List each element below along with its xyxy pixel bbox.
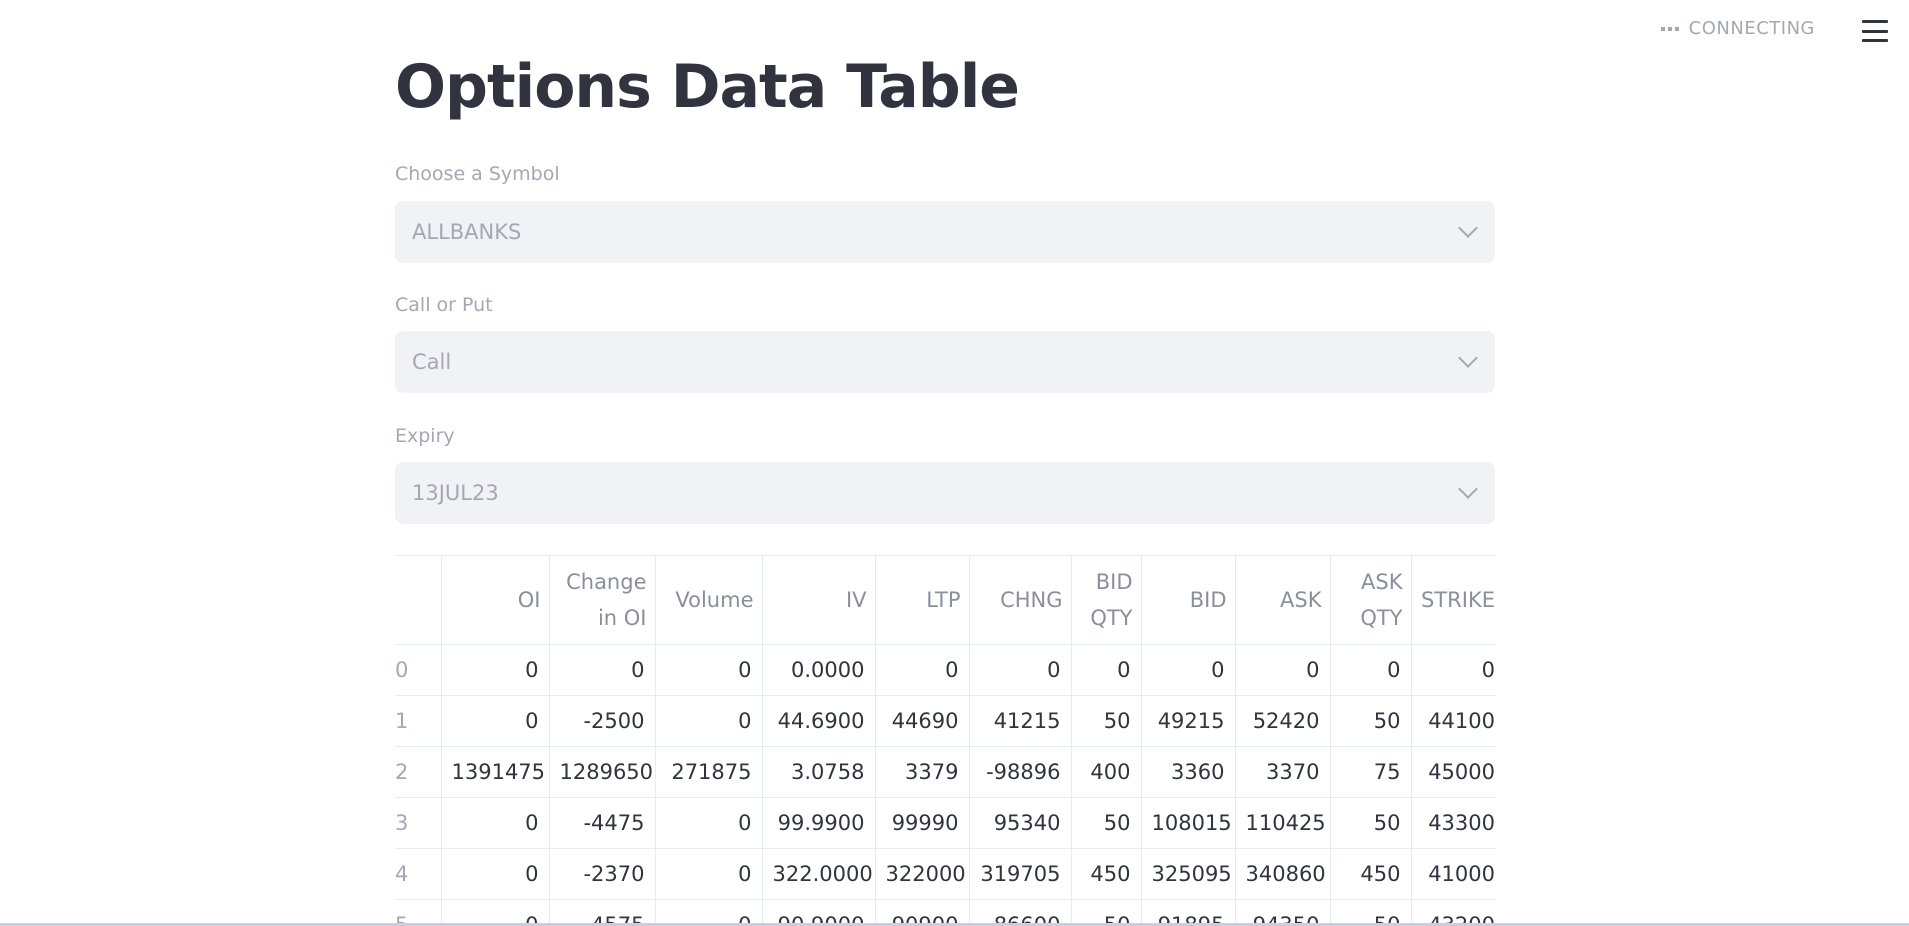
table-cell[interactable]: 50 xyxy=(1070,797,1142,849)
table-cell[interactable]: 44100 xyxy=(1410,695,1495,747)
expiry-label: Expiry xyxy=(395,425,455,447)
column-header-ask[interactable]: ASK xyxy=(1234,555,1331,645)
chevron-down-icon xyxy=(1458,218,1478,238)
table-cell[interactable]: 0 xyxy=(654,644,763,696)
table-cell[interactable]: 0 xyxy=(1070,644,1142,696)
table-cell[interactable]: -4475 xyxy=(548,797,656,849)
table-row: 3 0 -4475 0 99.9900 99990 95340 50 10801… xyxy=(395,797,1495,849)
table-cell[interactable]: 75 xyxy=(1329,746,1412,798)
options-data-table[interactable]: OI Change in OI Volume IV LTP CHNG BID Q… xyxy=(395,555,1495,926)
table-cell[interactable]: 0 xyxy=(874,644,970,696)
table-cell[interactable]: 99990 xyxy=(874,797,970,849)
column-header-change-in-oi[interactable]: Change in OI xyxy=(548,555,656,645)
table-cell[interactable]: 319705 xyxy=(968,848,1072,900)
table-cell[interactable]: -2500 xyxy=(548,695,656,747)
table-cell[interactable]: 45000 xyxy=(1410,746,1495,798)
table-cell[interactable]: 44690 xyxy=(874,695,970,747)
column-header-volume[interactable]: Volume xyxy=(654,555,763,645)
table-cell[interactable]: 49215 xyxy=(1140,695,1236,747)
table-cell[interactable]: 0 xyxy=(1140,644,1236,696)
table-row: 1 0 -2500 0 44.6900 44690 41215 50 49215… xyxy=(395,695,1495,747)
hamburger-icon-line xyxy=(1862,39,1888,42)
table-cell[interactable]: 325095 xyxy=(1140,848,1236,900)
table-cell[interactable]: 322.0000 xyxy=(761,848,876,900)
table-cell[interactable]: 0 xyxy=(1234,644,1331,696)
column-header-chng[interactable]: CHNG xyxy=(968,555,1072,645)
main-menu-button[interactable] xyxy=(1862,20,1888,42)
table-cell[interactable]: 450 xyxy=(1329,848,1412,900)
connection-status-text: CONNECTING xyxy=(1688,18,1815,39)
table-cell[interactable]: 0 xyxy=(440,695,550,747)
table-cell[interactable]: 0 xyxy=(440,797,550,849)
table-row: 2 1391475 1289650 271875 3.0758 3379 -98… xyxy=(395,746,1495,798)
row-index-cell[interactable]: 3 xyxy=(395,797,442,849)
table-cell[interactable]: 3.0758 xyxy=(761,746,876,798)
call-put-label: Call or Put xyxy=(395,294,493,316)
table-cell[interactable]: 44.6900 xyxy=(761,695,876,747)
table-cell[interactable]: 0 xyxy=(654,695,763,747)
table-cell[interactable]: 1289650 xyxy=(548,746,656,798)
table-cell[interactable]: 108015 xyxy=(1140,797,1236,849)
table-cell[interactable]: 3379 xyxy=(874,746,970,798)
column-header-strike[interactable]: STRIKE xyxy=(1410,555,1495,645)
column-header-oi[interactable]: OI xyxy=(440,555,550,645)
table-cell[interactable]: 50 xyxy=(1070,695,1142,747)
column-header-bid-qty[interactable]: BID QTY xyxy=(1070,555,1142,645)
row-index-cell[interactable]: 1 xyxy=(395,695,442,747)
table-cell[interactable]: 99.9900 xyxy=(761,797,876,849)
table-cell[interactable]: 50 xyxy=(1329,695,1412,747)
table-header-row: OI Change in OI Volume IV LTP CHNG BID Q… xyxy=(395,555,1495,645)
table-cell[interactable]: 3370 xyxy=(1234,746,1331,798)
table-cell[interactable]: 95340 xyxy=(968,797,1072,849)
table-cell[interactable]: -98896 xyxy=(968,746,1072,798)
expiry-select[interactable]: 13JUL23 xyxy=(395,462,1495,524)
table-cell[interactable]: 3360 xyxy=(1140,746,1236,798)
table-cell[interactable]: 41000 xyxy=(1410,848,1495,900)
table-cell[interactable]: 41215 xyxy=(968,695,1072,747)
connecting-dots-icon xyxy=(1660,26,1679,31)
table-cell[interactable]: -2370 xyxy=(548,848,656,900)
table-cell[interactable]: 110425 xyxy=(1234,797,1331,849)
table-cell[interactable]: 450 xyxy=(1070,848,1142,900)
table-cell[interactable]: 400 xyxy=(1070,746,1142,798)
column-header-index[interactable] xyxy=(395,555,442,645)
column-header-ltp[interactable]: LTP xyxy=(874,555,970,645)
chevron-down-icon xyxy=(1458,479,1478,499)
symbol-select-value: ALLBANKS xyxy=(412,220,522,244)
call-put-select-value: Call xyxy=(412,350,452,374)
table-cell[interactable]: 1391475 xyxy=(440,746,550,798)
table-cell[interactable]: 0 xyxy=(654,797,763,849)
table-row: 0 0 0 0 0.0000 0 0 0 0 0 0 0 xyxy=(395,644,1495,696)
column-header-ask-qty[interactable]: ASK QTY xyxy=(1329,555,1412,645)
column-header-iv[interactable]: IV xyxy=(761,555,876,645)
table-cell[interactable]: 322000 xyxy=(874,848,970,900)
row-index-cell[interactable]: 4 xyxy=(395,848,442,900)
table-cell[interactable]: 0 xyxy=(968,644,1072,696)
row-index-cell[interactable]: 2 xyxy=(395,746,442,798)
chevron-down-icon xyxy=(1458,348,1478,368)
symbol-label: Choose a Symbol xyxy=(395,163,560,185)
table-cell[interactable]: 0 xyxy=(440,644,550,696)
table-cell[interactable]: 0 xyxy=(1410,644,1495,696)
table-cell[interactable]: 271875 xyxy=(654,746,763,798)
page-title: Options Data Table xyxy=(395,52,1020,122)
table-cell[interactable]: 0 xyxy=(1329,644,1412,696)
column-header-bid[interactable]: BID xyxy=(1140,555,1236,645)
table-cell[interactable]: 0 xyxy=(548,644,656,696)
call-put-select[interactable]: Call xyxy=(395,331,1495,393)
expiry-select-value: 13JUL23 xyxy=(412,481,499,505)
table-cell[interactable]: 0 xyxy=(440,848,550,900)
table-cell[interactable]: 43300 xyxy=(1410,797,1495,849)
row-index-cell[interactable]: 0 xyxy=(395,644,442,696)
table-cell[interactable]: 340860 xyxy=(1234,848,1331,900)
table-cell[interactable]: 0 xyxy=(654,848,763,900)
table-cell[interactable]: 52420 xyxy=(1234,695,1331,747)
table-cell[interactable]: 0.0000 xyxy=(761,644,876,696)
hamburger-icon-line xyxy=(1862,29,1888,33)
connection-status: CONNECTING xyxy=(1660,18,1815,39)
symbol-select[interactable]: ALLBANKS xyxy=(395,201,1495,263)
hamburger-icon-line xyxy=(1862,20,1888,23)
table-row: 4 0 -2370 0 322.0000 322000 319705 450 3… xyxy=(395,848,1495,900)
table-cell[interactable]: 50 xyxy=(1329,797,1412,849)
